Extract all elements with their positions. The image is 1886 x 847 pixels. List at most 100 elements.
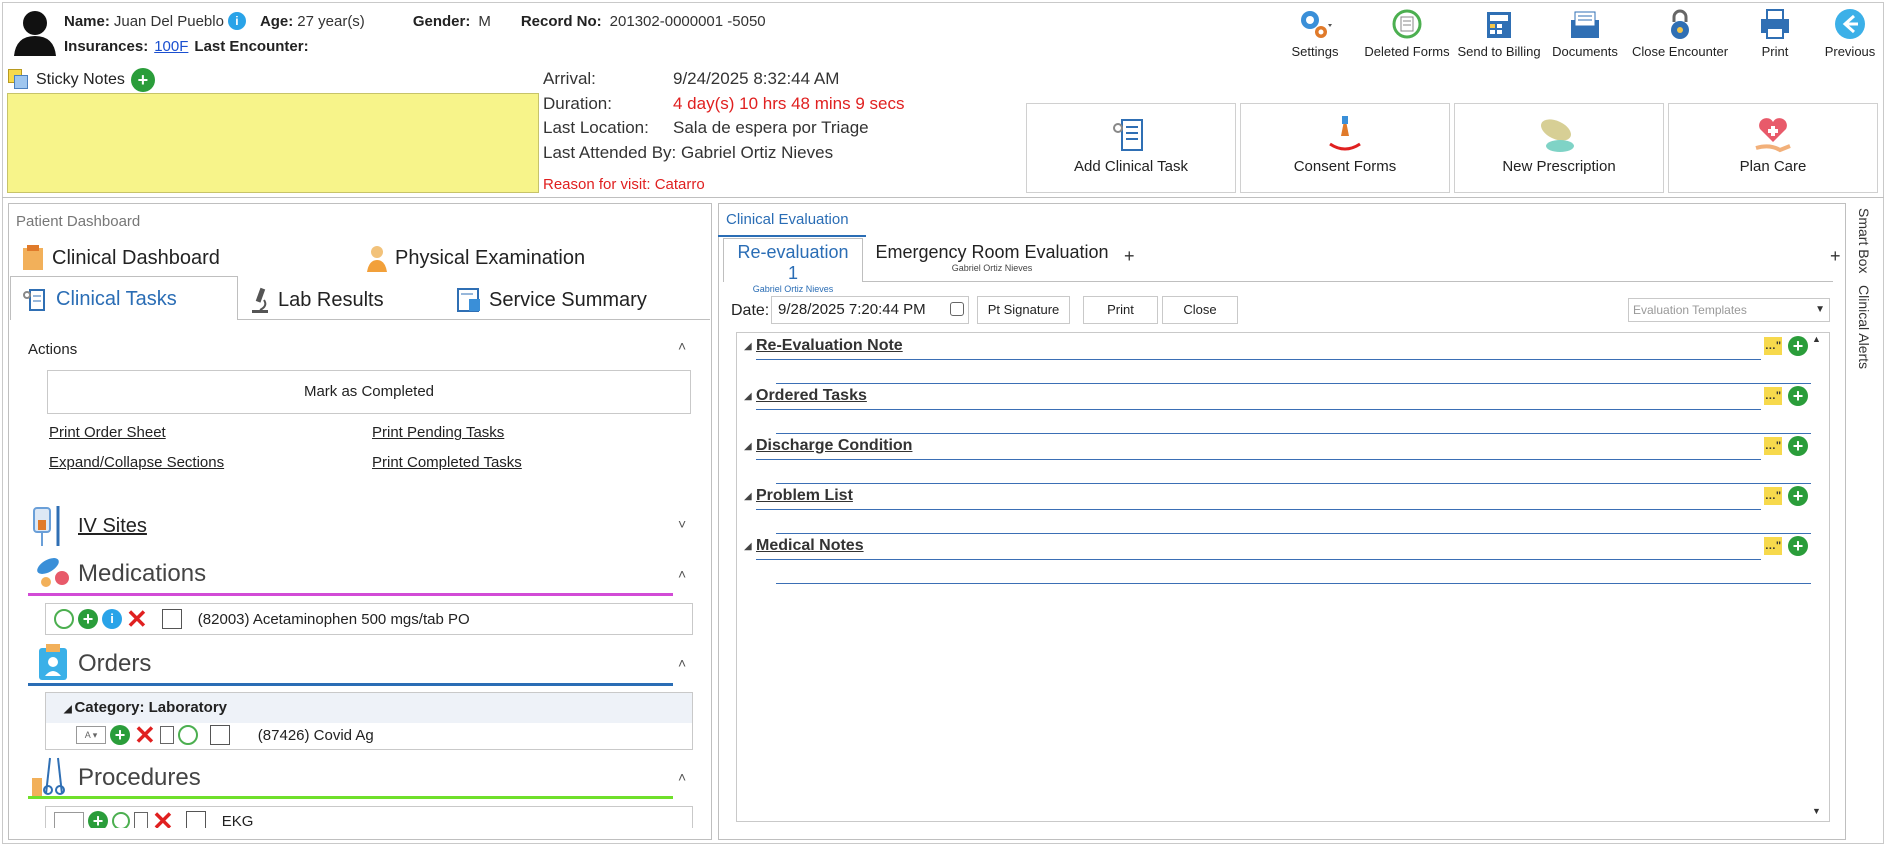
section-title[interactable]: Medical Notes xyxy=(756,537,864,555)
documents-button[interactable]: Documents xyxy=(1540,6,1630,59)
previous-button[interactable]: Previous xyxy=(1808,6,1886,59)
quote-icon[interactable]: …" xyxy=(1764,437,1782,455)
print-pending-tasks-link[interactable]: Print Pending Tasks xyxy=(372,424,504,441)
send-to-billing-button[interactable]: Send to Billing xyxy=(1454,6,1544,59)
insurance-link[interactable]: 100F xyxy=(154,38,188,55)
procedure-checkbox[interactable] xyxy=(185,811,206,828)
delete-icon[interactable]: ✕ xyxy=(134,722,156,748)
section-title[interactable]: Ordered Tasks xyxy=(756,387,867,405)
add-icon[interactable]: + xyxy=(110,725,130,745)
template-dropdown-icon[interactable] xyxy=(54,812,84,828)
add-icon[interactable]: + xyxy=(78,609,98,629)
heart-hand-icon xyxy=(1755,118,1791,153)
tab-emergency-room-evaluation[interactable]: Emergency Room Evaluation Gabriel Ortiz … xyxy=(872,242,1112,273)
medication-checkbox[interactable] xyxy=(161,609,182,629)
add-sticky-note-button[interactable]: + xyxy=(130,68,155,92)
section-title[interactable]: Problem List xyxy=(756,487,853,505)
section-title[interactable]: Discharge Condition xyxy=(756,437,912,455)
sticky-notes-icon xyxy=(8,69,30,91)
chevron-up-icon[interactable]: ˄ xyxy=(678,338,686,354)
tab-baseline xyxy=(863,281,1833,282)
iv-bag-icon xyxy=(30,504,66,553)
tab-clinical-tasks[interactable]: Clinical Tasks xyxy=(20,286,177,312)
patient-gender: M xyxy=(478,12,491,30)
add-tab-icon[interactable]: + xyxy=(1124,246,1135,267)
chevron-up-icon[interactable]: ˄ xyxy=(678,655,686,671)
delete-icon[interactable]: ✕ xyxy=(152,808,174,828)
print-completed-tasks-link[interactable]: Print Completed Tasks xyxy=(372,454,522,471)
close-encounter-button[interactable]: Close Encounter xyxy=(1630,6,1730,59)
settings-button[interactable]: Settings xyxy=(1270,6,1360,59)
quote-icon[interactable]: …" xyxy=(1764,387,1782,405)
add-icon[interactable]: + xyxy=(1788,486,1808,506)
section-re-evaluation-note: ◢ Re-Evaluation Note …" + xyxy=(740,335,1820,384)
pt-signature-button[interactable]: Pt Signature xyxy=(977,296,1070,324)
name-label: Name: xyxy=(64,12,110,30)
print-order-sheet-link[interactable]: Print Order Sheet xyxy=(49,424,166,441)
expand-collapse-link[interactable]: Expand/Collapse Sections xyxy=(49,454,224,471)
pills-icon xyxy=(34,552,74,595)
tab-clinical-dashboard[interactable]: Clinical Dashboard xyxy=(20,244,220,272)
restore-icon[interactable] xyxy=(177,725,198,745)
print-button[interactable]: Print xyxy=(1730,6,1820,59)
chevron-up-icon[interactable]: ˄ xyxy=(678,769,686,785)
evaluation-templates-select[interactable]: Evaluation Templates ▼ xyxy=(1628,298,1830,322)
section-discharge-condition: ◢ Discharge Condition …" + xyxy=(740,435,1820,484)
add-icon[interactable]: + xyxy=(1788,436,1808,456)
deleted-forms-button[interactable]: Deleted Forms xyxy=(1362,6,1452,59)
panel-title: Patient Dashboard xyxy=(16,213,141,230)
orders-icon xyxy=(36,642,70,687)
category-label: Category: Laboratory xyxy=(74,699,227,716)
service-summary-icon xyxy=(457,288,480,312)
info-icon[interactable]: i xyxy=(102,609,122,629)
chevron-down-icon[interactable]: ˅ xyxy=(678,516,686,532)
section-title[interactable]: Re-Evaluation Note xyxy=(756,337,903,355)
record-label: Record No: xyxy=(520,12,602,30)
quote-icon[interactable]: …" xyxy=(1764,537,1782,555)
chevron-up-icon[interactable]: ˄ xyxy=(678,566,686,582)
tab-physical-examination[interactable]: Physical Examination xyxy=(365,244,585,272)
tab-service-summary[interactable]: Service Summary xyxy=(455,286,647,314)
info-icon[interactable]: i xyxy=(227,12,246,30)
add-icon[interactable]: + xyxy=(1788,336,1808,356)
order-checkbox[interactable] xyxy=(209,725,230,745)
delete-icon[interactable]: ✕ xyxy=(126,606,148,632)
scroll-down-icon[interactable]: ▼ xyxy=(1812,806,1821,816)
clinical-alerts-tab[interactable]: Clinical Alerts xyxy=(1856,285,1872,369)
clinical-evaluation-tab[interactable]: Clinical Evaluation xyxy=(718,203,866,237)
template-dropdown-icon[interactable]: A ▾ xyxy=(76,726,106,744)
date-input[interactable]: 9/28/2025 7:20:44 PM xyxy=(771,296,969,324)
tab-re-evaluation-1[interactable]: Re-evaluation 1 Gabriel Ortiz Nieves xyxy=(730,242,856,294)
category-row[interactable]: ◢ Category: Laboratory xyxy=(46,693,692,723)
consent-forms-button[interactable]: Consent Forms xyxy=(1240,103,1450,193)
calendar-icon[interactable] xyxy=(950,302,964,316)
mark-as-completed-button[interactable]: Mark as Completed xyxy=(47,370,691,414)
tab-lab-results[interactable]: Lab Results xyxy=(248,286,384,314)
add-icon[interactable]: + xyxy=(1788,536,1808,556)
age-label: Age: xyxy=(259,12,294,30)
add-icon[interactable]: + xyxy=(88,811,108,828)
alarm-icon[interactable] xyxy=(112,812,130,828)
chevron-down-icon: ▼ xyxy=(1815,304,1825,315)
smart-box-tab[interactable]: Smart Box xyxy=(1856,208,1872,273)
plan-care-button[interactable]: Plan Care xyxy=(1668,103,1878,193)
iv-sites-header[interactable]: IV Sites xyxy=(78,515,147,538)
restore-icon[interactable] xyxy=(54,609,74,629)
add-icon[interactable]: + xyxy=(1788,386,1808,406)
lock-icon xyxy=(1671,9,1689,39)
add-tab-right-icon[interactable]: + xyxy=(1830,246,1841,267)
procedure-row: + ✕ EKG xyxy=(45,806,693,828)
sticky-note-area[interactable] xyxy=(7,93,539,193)
quote-icon[interactable]: …" xyxy=(1764,337,1782,355)
reason-for-visit: Reason for visit: Catarro xyxy=(543,176,705,193)
close-evaluation-button[interactable]: Close xyxy=(1162,296,1238,324)
print-evaluation-button[interactable]: Print xyxy=(1083,296,1158,324)
arrival-label: Arrival: xyxy=(543,69,596,88)
add-clinical-task-button[interactable]: Add Clinical Task xyxy=(1026,103,1236,193)
order-item: (87426) Covid Ag xyxy=(257,726,374,744)
microscope-icon xyxy=(252,287,268,313)
new-prescription-button[interactable]: New Prescription xyxy=(1454,103,1664,193)
quote-icon[interactable]: …" xyxy=(1764,487,1782,505)
document-icon[interactable] xyxy=(134,812,148,828)
document-add-icon[interactable] xyxy=(159,726,174,744)
